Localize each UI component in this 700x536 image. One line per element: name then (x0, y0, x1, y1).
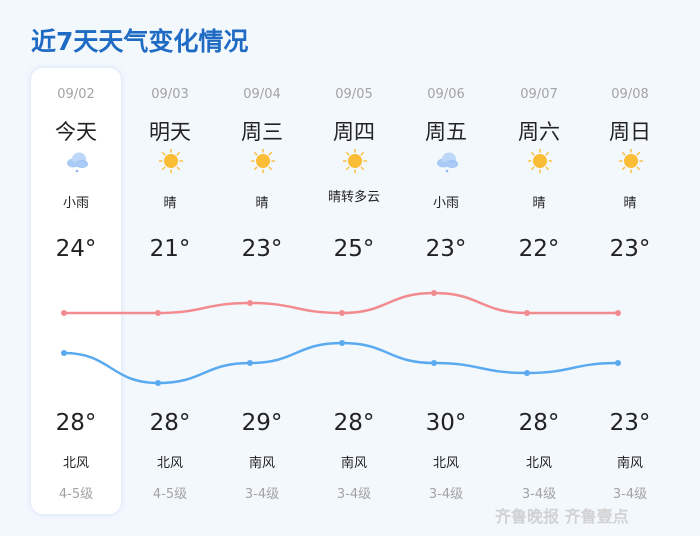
temp-point (247, 300, 253, 306)
temp-point (61, 350, 67, 356)
weekday: 今天 (55, 120, 97, 144)
weekday: 周四 (333, 120, 375, 144)
high-temp: 30° (425, 410, 467, 436)
wind-direction: 北风 (525, 456, 552, 471)
condition: 晴转多云 (328, 190, 381, 205)
temp-point (339, 310, 345, 316)
wind-direction: 南风 (248, 456, 275, 471)
wind-direction: 北风 (62, 456, 89, 471)
rain-cloud-icon (434, 148, 460, 174)
date: 09/06 (427, 87, 465, 102)
low-temp: 23° (425, 236, 467, 262)
wind-level: 3-4级 (612, 487, 648, 502)
sun-icon (527, 148, 553, 174)
high-temp: 23° (609, 410, 651, 436)
weekday: 周日 (609, 120, 651, 144)
date: 09/02 (57, 87, 95, 102)
high-temp-line (64, 291, 618, 315)
wind-direction: 北风 (156, 456, 183, 471)
sun-icon (342, 148, 368, 174)
temp-point (339, 340, 345, 346)
temp-point (61, 310, 67, 316)
wind-direction: 北风 (432, 456, 459, 471)
high-temp: 28° (149, 410, 191, 436)
wind-level: 3-4级 (244, 487, 280, 502)
sun-icon (250, 148, 276, 174)
high-temp: 28° (518, 410, 560, 436)
temp-point (524, 310, 530, 316)
wind-level: 3-4级 (521, 487, 557, 502)
high-temp: 28° (55, 410, 97, 436)
condition: 晴 (532, 196, 546, 211)
condition: 小雨 (432, 196, 459, 211)
condition: 晴 (163, 196, 177, 211)
low-temp-line (63, 341, 619, 385)
watermark: 齐鲁晚报 齐鲁壹点 (495, 507, 629, 526)
temp-point (615, 360, 621, 366)
high-temp: 29° (241, 410, 283, 436)
high-temp: 28° (333, 410, 375, 436)
weekday: 周三 (241, 120, 283, 144)
weekday: 周六 (518, 120, 560, 144)
low-temp: 25° (333, 236, 375, 262)
temp-point (524, 370, 530, 376)
temp-point (155, 380, 161, 386)
sun-icon (618, 148, 644, 174)
wind-direction: 南风 (340, 456, 367, 471)
date: 09/07 (520, 87, 558, 102)
wind-level: 4-5级 (58, 487, 94, 502)
condition: 晴 (623, 196, 637, 211)
date: 09/04 (243, 87, 281, 102)
temp-point (155, 310, 161, 316)
wind-level: 4-5级 (152, 487, 188, 502)
low-temp: 22° (518, 236, 560, 262)
low-temp: 21° (149, 236, 191, 262)
temp-point (431, 290, 437, 296)
wind-level: 3-4级 (336, 487, 372, 502)
date: 09/08 (611, 87, 649, 102)
low-temp: 23° (609, 236, 651, 262)
temp-point (431, 360, 437, 366)
condition: 晴 (255, 196, 269, 211)
date: 09/05 (335, 87, 373, 102)
rain-cloud-icon (64, 148, 90, 174)
temp-point (615, 310, 621, 316)
low-temp: 23° (241, 236, 283, 262)
wind-level: 3-4级 (428, 487, 464, 502)
date: 09/03 (151, 87, 189, 102)
condition: 小雨 (62, 196, 89, 211)
wind-direction: 南风 (616, 456, 643, 471)
temp-point (247, 360, 253, 366)
weekday: 周五 (425, 120, 467, 144)
weekday: 明天 (149, 120, 191, 144)
low-temp: 24° (55, 236, 97, 262)
sun-icon (158, 148, 184, 174)
